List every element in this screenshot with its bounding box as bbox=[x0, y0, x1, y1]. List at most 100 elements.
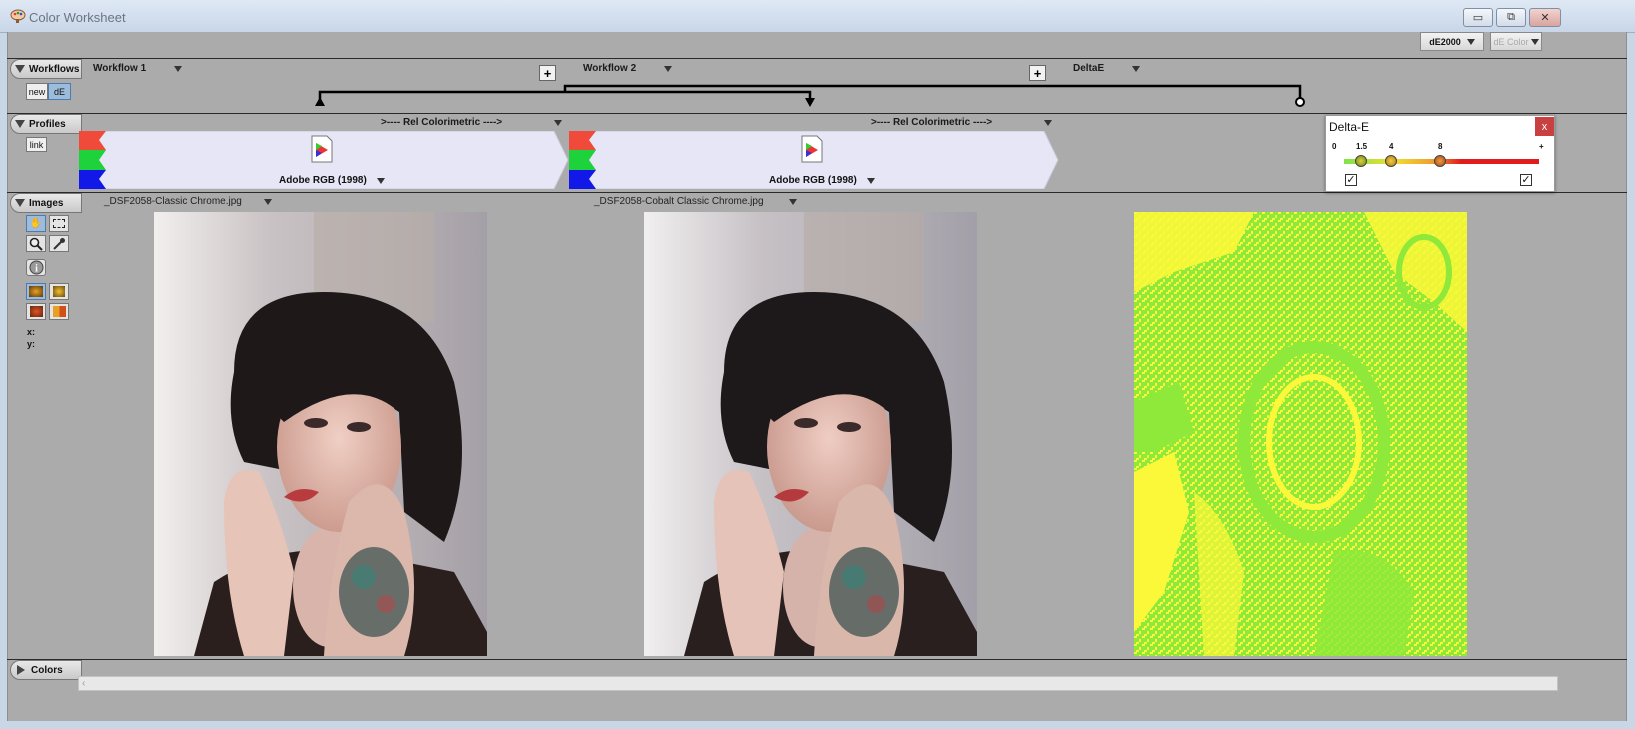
scale-label-plus: + bbox=[1539, 142, 1544, 151]
horizontal-scrollbar[interactable]: ‹ bbox=[78, 676, 1558, 691]
images-section-toggle[interactable]: Images bbox=[10, 193, 82, 213]
workflows-section-label: Workflows bbox=[29, 63, 80, 75]
info-icon: i bbox=[29, 260, 43, 275]
info-button[interactable]: i bbox=[26, 259, 46, 276]
section-divider bbox=[7, 192, 1627, 193]
image-2-dropdown[interactable]: _DSF2058-Cobalt Classic Chrome.jpg bbox=[594, 196, 797, 207]
maximize-button[interactable]: ⧉ bbox=[1496, 8, 1526, 27]
view-mode-1-button[interactable] bbox=[26, 283, 46, 300]
close-button[interactable]: ✕ bbox=[1529, 8, 1561, 27]
workflow-2-label: Workflow 2 bbox=[583, 63, 637, 74]
view-mode-3-icon bbox=[29, 306, 43, 317]
magnifier-icon bbox=[29, 237, 43, 251]
minimize-button[interactable]: ▭ bbox=[1463, 8, 1493, 27]
section-divider bbox=[7, 113, 1627, 114]
delta-e-title: Delta-E bbox=[1329, 120, 1370, 134]
delta-e-panel: Delta-E x 0 1.5 4 8 + ✓ ✓ bbox=[1325, 115, 1555, 192]
hand-icon: ✋ bbox=[29, 218, 43, 229]
profiles-section-label: Profiles bbox=[29, 118, 66, 130]
scale-label-0: 0 bbox=[1332, 142, 1337, 151]
icc-profile-icon bbox=[311, 135, 333, 163]
low-range-checkbox[interactable]: ✓ bbox=[1345, 174, 1357, 186]
link-button[interactable]: link bbox=[26, 137, 47, 152]
image-2-filename: _DSF2058-Cobalt Classic Chrome.jpg bbox=[594, 196, 764, 207]
image-2-preview[interactable] bbox=[644, 212, 977, 656]
minimize-icon: ▭ bbox=[1472, 12, 1484, 24]
zoom-tool-button[interactable] bbox=[26, 235, 46, 252]
cursor-x-label: x: bbox=[27, 327, 36, 337]
scale-label-8: 8 bbox=[1438, 142, 1443, 151]
chevron-down-icon bbox=[554, 119, 563, 126]
delta-e-map-preview[interactable] bbox=[1134, 212, 1467, 656]
new-workflow-button[interactable]: new bbox=[26, 83, 48, 100]
workflow-1-dropdown[interactable]: Workflow 1 bbox=[93, 63, 183, 74]
color-select-value: dE Color bbox=[1493, 36, 1529, 47]
triangle-down-icon bbox=[15, 199, 25, 207]
de-workflow-button[interactable]: dE bbox=[48, 83, 71, 100]
view-mode-4-button[interactable] bbox=[49, 303, 69, 320]
plus-icon: + bbox=[1033, 65, 1042, 81]
add-workflow-button[interactable]: + bbox=[539, 65, 556, 81]
color-select[interactable]: dE Color bbox=[1490, 32, 1542, 51]
profiles-section-toggle[interactable]: Profiles bbox=[10, 114, 82, 134]
delta-e-close-button[interactable]: x bbox=[1535, 117, 1554, 136]
high-range-checkbox[interactable]: ✓ bbox=[1520, 174, 1532, 186]
threshold-handle-4[interactable] bbox=[1385, 155, 1397, 167]
marquee-icon bbox=[53, 219, 65, 228]
chevron-down-icon bbox=[1530, 38, 1539, 45]
section-divider bbox=[7, 659, 1627, 660]
window-title: Color Worksheet bbox=[29, 10, 126, 25]
image-1-filename: _DSF2058-Classic Chrome.jpg bbox=[104, 196, 242, 207]
de-workflow-label: dE bbox=[53, 86, 65, 97]
new-workflow-label: new bbox=[28, 86, 46, 97]
cursor-y-label: y: bbox=[27, 339, 36, 349]
chevron-down-icon bbox=[1466, 38, 1475, 45]
view-mode-2-button[interactable] bbox=[49, 283, 69, 300]
metric-select[interactable]: dE2000 bbox=[1420, 32, 1484, 51]
svg-text:i: i bbox=[35, 264, 38, 275]
scale-label-4: 4 bbox=[1389, 142, 1394, 151]
view-mode-1-icon bbox=[29, 286, 43, 297]
triangle-right-icon bbox=[17, 665, 25, 675]
checkmark-icon: ✓ bbox=[1521, 173, 1531, 186]
chevron-down-icon bbox=[263, 198, 272, 205]
eyedropper-tool-button[interactable] bbox=[49, 235, 69, 252]
workflow-2-dropdown[interactable]: Workflow 2 bbox=[583, 63, 673, 74]
chevron-down-icon bbox=[174, 65, 183, 72]
close-icon: x bbox=[1541, 120, 1548, 133]
threshold-handle-8[interactable] bbox=[1434, 155, 1446, 167]
marquee-tool-button[interactable] bbox=[49, 215, 69, 232]
profile-1-dropdown[interactable]: Adobe RGB (1998) bbox=[279, 175, 385, 186]
chevron-down-icon bbox=[788, 198, 797, 205]
profile-1-label: Adobe RGB (1998) bbox=[279, 175, 367, 186]
maximize-icon: ⧉ bbox=[1507, 11, 1515, 23]
workflows-section-toggle[interactable]: Workflows bbox=[10, 59, 82, 79]
hand-tool-button[interactable]: ✋ bbox=[26, 215, 46, 232]
checkmark-icon: ✓ bbox=[1346, 173, 1356, 186]
plus-icon: + bbox=[543, 65, 552, 81]
link-label: link bbox=[29, 139, 44, 150]
intent-1-dropdown[interactable]: >---- Rel Colorimetric ----> bbox=[381, 117, 563, 128]
chevron-down-icon bbox=[664, 65, 673, 72]
threshold-handle-1-5[interactable] bbox=[1355, 155, 1367, 167]
eyedropper-icon bbox=[53, 237, 65, 250]
colors-section-label: Colors bbox=[31, 664, 63, 676]
image-1-dropdown[interactable]: _DSF2058-Classic Chrome.jpg bbox=[104, 196, 272, 207]
chevron-down-icon bbox=[376, 177, 385, 184]
view-mode-3-button[interactable] bbox=[26, 303, 46, 320]
deltae-workflow-dropdown[interactable]: DeltaE bbox=[1073, 63, 1141, 74]
app-icon bbox=[10, 9, 26, 23]
profile-2-dropdown[interactable]: Adobe RGB (1998) bbox=[769, 175, 875, 186]
scroll-left-icon[interactable]: ‹ bbox=[82, 678, 85, 689]
chevron-down-icon bbox=[866, 177, 875, 184]
colors-section-toggle[interactable]: Colors bbox=[10, 660, 82, 680]
image-1-preview[interactable] bbox=[154, 212, 487, 656]
workflow-connectors bbox=[315, 84, 1305, 107]
chevron-down-icon bbox=[1044, 119, 1053, 126]
intent-2-dropdown[interactable]: >---- Rel Colorimetric ----> bbox=[871, 117, 1053, 128]
section-divider bbox=[7, 58, 1627, 59]
icc-profile-icon bbox=[801, 135, 823, 163]
intent-1-label: >---- Rel Colorimetric ----> bbox=[381, 117, 503, 128]
close-icon: ✕ bbox=[1540, 12, 1550, 24]
add-workflow-button[interactable]: + bbox=[1029, 65, 1046, 81]
